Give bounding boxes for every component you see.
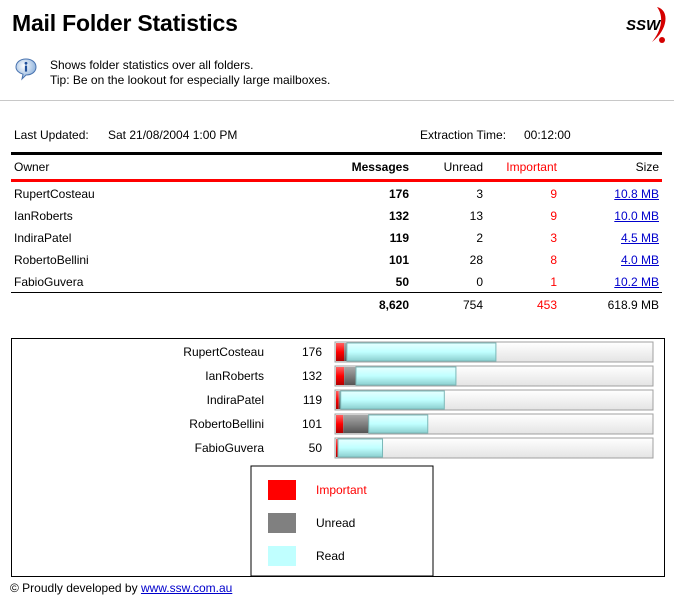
header-owner: Owner <box>14 160 50 174</box>
chart-bar-important <box>336 391 339 409</box>
header-messages: Messages <box>351 160 409 174</box>
footer-text: © Proudly developed by <box>10 581 138 595</box>
legend-swatch-unread <box>268 513 296 533</box>
table-row: RobertoBellini 101 28 8 4.0 MB <box>11 248 662 270</box>
legend-label-read: Read <box>316 549 345 563</box>
total-messages: 8,620 <box>378 298 409 312</box>
page-title: Mail Folder Statistics <box>12 10 238 36</box>
info-icon <box>15 58 37 81</box>
owner-cell: IanRoberts <box>14 209 73 223</box>
chart-category-label: IndiraPatel <box>207 393 264 407</box>
table-header-row: Owner Messages Unread Important Size <box>11 155 662 179</box>
chart-bar-important <box>336 343 345 361</box>
chart-total-label: 119 <box>303 393 322 407</box>
description-tip: Tip: Be on the lookout for especially la… <box>50 73 331 87</box>
table-row: FabioGuvera 50 0 1 10.2 MB <box>11 270 662 292</box>
total-important: 453 <box>536 298 557 312</box>
table-row: RupertCosteau 176 3 9 10.8 MB <box>11 182 662 204</box>
chart-bar-important <box>336 367 345 385</box>
chart-bar-unread <box>344 367 356 385</box>
total-size: 618.9 MB <box>607 298 659 312</box>
messages-cell: 101 <box>388 253 409 267</box>
header-separator <box>0 100 674 101</box>
chart-total-label: 176 <box>302 345 322 359</box>
chart-bar-read <box>346 342 497 362</box>
size-link[interactable]: 4.0 MB <box>621 253 659 267</box>
unread-cell: 3 <box>476 187 483 201</box>
important-cell: 9 <box>550 187 557 201</box>
unread-cell: 13 <box>469 209 483 223</box>
chart-bar-unread <box>343 415 369 433</box>
messages-cell: 176 <box>388 187 409 201</box>
chart-total-label: 101 <box>302 417 322 431</box>
chart-bar-important <box>336 415 344 433</box>
last-updated-value: Sat 21/08/2004 1:00 PM <box>108 128 238 142</box>
totals-row: 8,620 754 453 618.9 MB <box>11 293 662 315</box>
header-important: Important <box>506 160 557 174</box>
logo-text: SSW <box>626 17 662 34</box>
unread-cell: 2 <box>476 231 483 245</box>
legend-swatch-important <box>268 480 296 500</box>
important-cell: 9 <box>550 209 557 223</box>
extraction-time-label: Extraction Time: <box>420 128 507 142</box>
message-chart: RupertCosteau 176 IanRoberts 132 IndiraPatel… <box>183 341 654 577</box>
owner-cell: FabioGuvera <box>14 275 84 289</box>
chart-panel: RupertCosteau 176 IanRoberts 132 IndiraPatel… <box>11 338 665 577</box>
owner-cell: IndiraPatel <box>14 231 72 245</box>
legend-label-unread: Unread <box>316 516 355 530</box>
total-unread: 754 <box>462 298 483 312</box>
size-link[interactable]: 4.5 MB <box>621 231 659 245</box>
stats-table: Owner Messages Unread Important Size Rup… <box>11 152 662 315</box>
header-size: Size <box>635 160 659 174</box>
table-row: IndiraPatel 119 2 3 4.5 MB <box>11 226 662 248</box>
size-link[interactable]: 10.2 MB <box>614 275 659 289</box>
chart-total-label: 132 <box>302 369 322 383</box>
chart-category-label: RobertoBellini <box>189 417 264 431</box>
footer-link[interactable]: www.ssw.com.au <box>141 581 232 595</box>
size-link[interactable]: 10.8 MB <box>614 187 659 201</box>
last-updated-label: Last Updated: <box>14 128 89 142</box>
chart-category-label: RupertCosteau <box>183 345 264 359</box>
owner-cell: RupertCosteau <box>14 187 95 201</box>
legend-swatch-read <box>268 546 296 566</box>
chart-bar-read <box>368 414 429 434</box>
footer: © Proudly developed by www.ssw.com.au <box>10 581 232 595</box>
legend-label-important: Important <box>316 483 367 497</box>
important-cell: 8 <box>550 253 557 267</box>
unread-cell: 28 <box>469 253 483 267</box>
description-line: Shows folder statistics over all folders… <box>50 58 254 72</box>
important-cell: 3 <box>550 231 557 245</box>
chart-bar-read <box>355 366 457 386</box>
messages-cell: 132 <box>388 209 409 223</box>
chart-category-label: IanRoberts <box>205 369 264 383</box>
chart-bar-read <box>337 438 384 458</box>
messages-cell: 119 <box>389 231 409 245</box>
header-unread: Unread <box>443 160 483 174</box>
important-cell: 1 <box>550 275 557 289</box>
size-link[interactable]: 10.0 MB <box>614 209 659 223</box>
description: Shows folder statistics over all folders… <box>50 58 330 88</box>
owner-cell: RobertoBellini <box>14 253 89 267</box>
messages-cell: 50 <box>395 275 409 289</box>
table-row: IanRoberts 132 13 9 10.0 MB <box>11 204 662 226</box>
chart-category-label: FabioGuvera <box>195 441 265 455</box>
chart-bar-read <box>340 390 445 410</box>
chart-total-label: 50 <box>309 441 323 455</box>
unread-cell: 0 <box>476 275 483 289</box>
extraction-time-value: 00:12:00 <box>524 128 571 142</box>
ssw-logo: SSW <box>626 7 666 43</box>
